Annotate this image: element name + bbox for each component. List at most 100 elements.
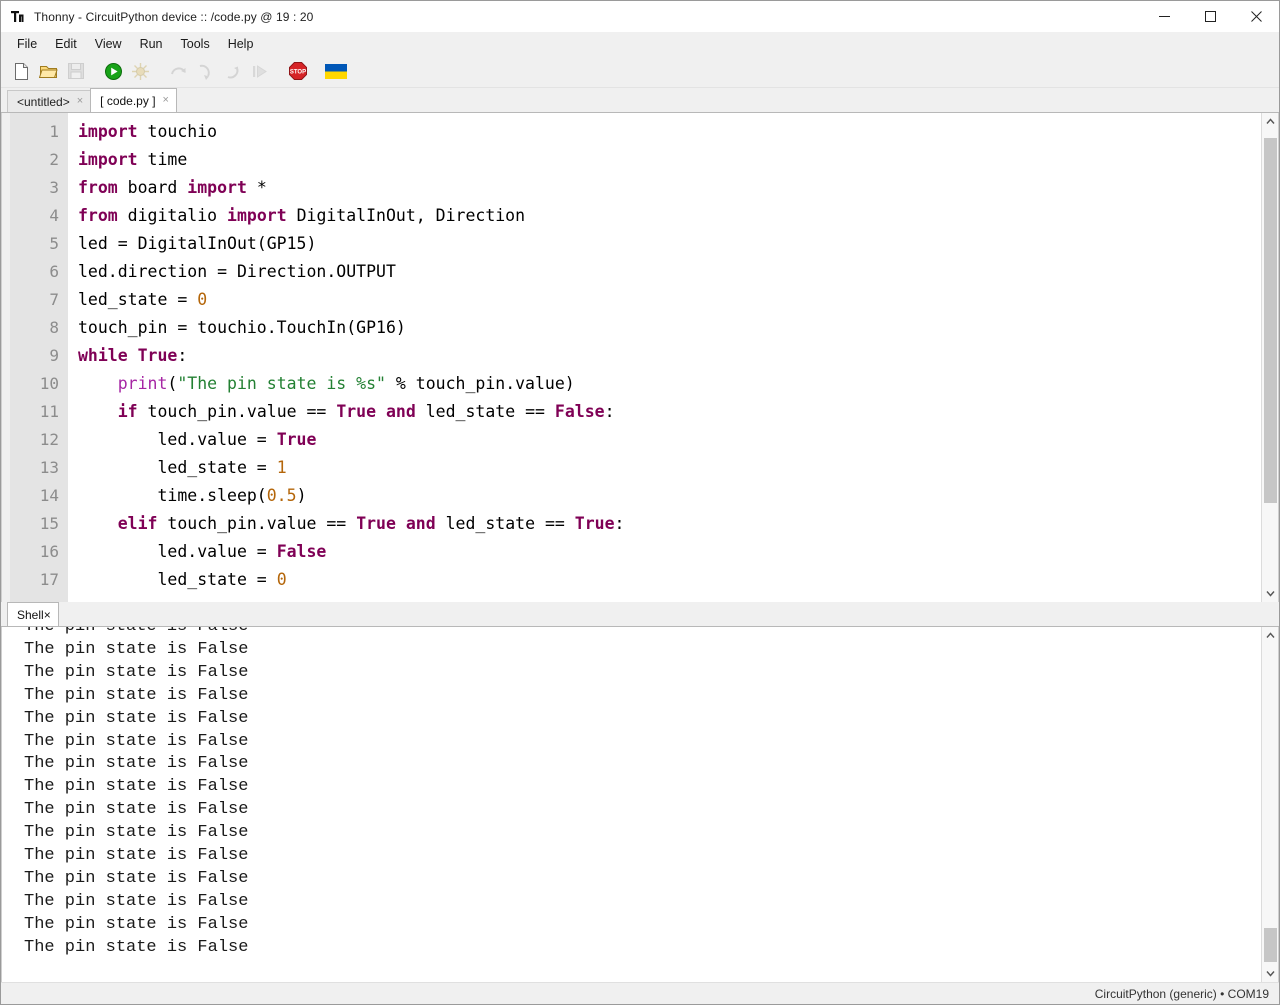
code-token: 0.5 [266,486,297,505]
menu-item-view[interactable]: View [86,35,131,53]
line-number-gutter: 1 2 3 4 5 6 7 8 9 10 11 12 13 14 15 16 17 [10,113,68,602]
tab-close-icon[interactable]: × [77,96,83,107]
step-out-icon [220,59,245,84]
interpreter-status[interactable]: CircuitPython (generic) • COM19 [1095,987,1269,1001]
shell-line: The pin state is False [24,937,249,957]
menu-bar: File Edit View Run Tools Help [1,32,1279,55]
editor-tab-code-py[interactable]: [ code.py ] × [90,88,177,112]
shell-line: The pin state is False [24,640,249,659]
tab-close-icon[interactable]: × [44,608,51,622]
code-token: from [78,206,118,225]
editor-tab-untitled[interactable]: <untitled> × [7,90,92,112]
shell-line: The pin state is False [24,627,1261,639]
line-number: 8 [49,318,59,337]
code-token: ( [167,374,178,393]
editor-left-margin [2,113,10,602]
code-token: * [246,178,267,197]
scroll-up-icon[interactable] [1262,627,1279,644]
code-token: touch_pin.value == [157,514,357,533]
menu-item-help[interactable]: Help [219,35,263,53]
shell-line: The pin state is False [24,731,249,751]
code-line: import time [78,146,1261,174]
shell-scroll-track[interactable] [1262,644,1279,965]
shell-line: The pin state is False [24,662,249,682]
new-file-icon[interactable] [9,59,34,84]
status-bar: CircuitPython (generic) • COM19 [1,982,1279,1004]
code-token: touchio [137,122,218,141]
code-line: elif touch_pin.value == True and led_sta… [78,510,1261,538]
shell-scroll-thumb[interactable] [1263,928,1277,962]
close-icon[interactable] [1233,1,1279,32]
code-line: led.direction = Direction.OUTPUT [78,258,1261,286]
code-token: True [574,514,615,533]
menu-item-tools[interactable]: Tools [172,35,219,53]
scroll-up-icon[interactable] [1262,113,1279,130]
step-into-icon [193,59,218,84]
editor-scroll-track[interactable] [1262,130,1279,585]
code-token: import [78,122,138,141]
code-line: led.value = True [78,426,1261,454]
maximize-icon[interactable] [1187,1,1233,32]
code-token: False [276,542,327,561]
run-icon[interactable] [101,59,126,84]
code-token: True [356,514,396,533]
shell-line: The pin state is False [24,685,249,705]
code-token: if [117,402,138,421]
shell-line: The pin state is False [24,914,249,934]
code-token: and [386,402,416,421]
code-line: led.value = False [78,538,1261,566]
line-number: 2 [49,150,59,169]
code-token: touch_pin.value == [137,402,337,421]
editor-scroll-thumb[interactable] [1263,138,1277,503]
menu-item-file[interactable]: File [8,35,46,53]
step-over-icon [166,59,191,84]
line-number: 3 [49,178,59,197]
line-number: 6 [49,262,59,281]
editor-scrollbar[interactable] [1261,113,1278,602]
shell-output[interactable]: The pin state is False The pin state is F… [2,627,1261,982]
window-controls [1141,1,1279,32]
code-line: time.sleep(0.5) [78,482,1261,510]
title-bar: Thonny - CircuitPython device :: /code.p… [1,1,1279,32]
code-text-area[interactable]: import touchio import time from board impo… [68,113,1261,602]
code-token: ) [296,486,307,505]
code-token: and [405,514,436,533]
scroll-down-icon[interactable] [1262,965,1279,982]
line-number: 11 [39,402,59,421]
code-token: import [78,150,138,169]
code-token: led_state == [415,402,555,421]
code-token: 0 [197,290,208,309]
shell-line: The pin state is False [24,800,249,820]
menu-item-run[interactable]: Run [131,35,172,53]
shell-line: The pin state is False [24,823,249,843]
editor-tabstrip: <untitled> × [ code.py ] × [1,88,1279,113]
menu-item-edit[interactable]: Edit [46,35,86,53]
code-token: led.value = [78,542,277,561]
code-line: led_state = 1 [78,454,1261,482]
open-file-icon[interactable] [36,59,61,84]
code-token: print [117,374,168,393]
code-token: while [78,346,128,365]
code-line: from digitalio import DigitalInOut, Dire… [78,202,1261,230]
shell-line: The pin state is False [24,777,249,797]
stop-icon[interactable]: STOP [285,59,310,84]
code-token: import [227,206,287,225]
thonny-logo-icon [9,8,27,26]
svg-text:STOP: STOP [289,70,305,76]
shell-tab[interactable]: Shell × [7,602,59,626]
line-number: 4 [49,206,59,225]
ukraine-flag-icon[interactable] [323,59,348,84]
code-token: led_state = [78,290,198,309]
tab-close-icon[interactable]: × [163,95,169,106]
code-line: import touchio [78,118,1261,146]
code-token: True [336,402,377,421]
scroll-down-icon[interactable] [1262,585,1279,602]
code-token: led_state == [435,514,575,533]
line-number: 13 [39,458,59,477]
minimize-icon[interactable] [1141,1,1187,32]
code-token: time [137,150,188,169]
shell-scrollbar[interactable] [1261,627,1278,982]
